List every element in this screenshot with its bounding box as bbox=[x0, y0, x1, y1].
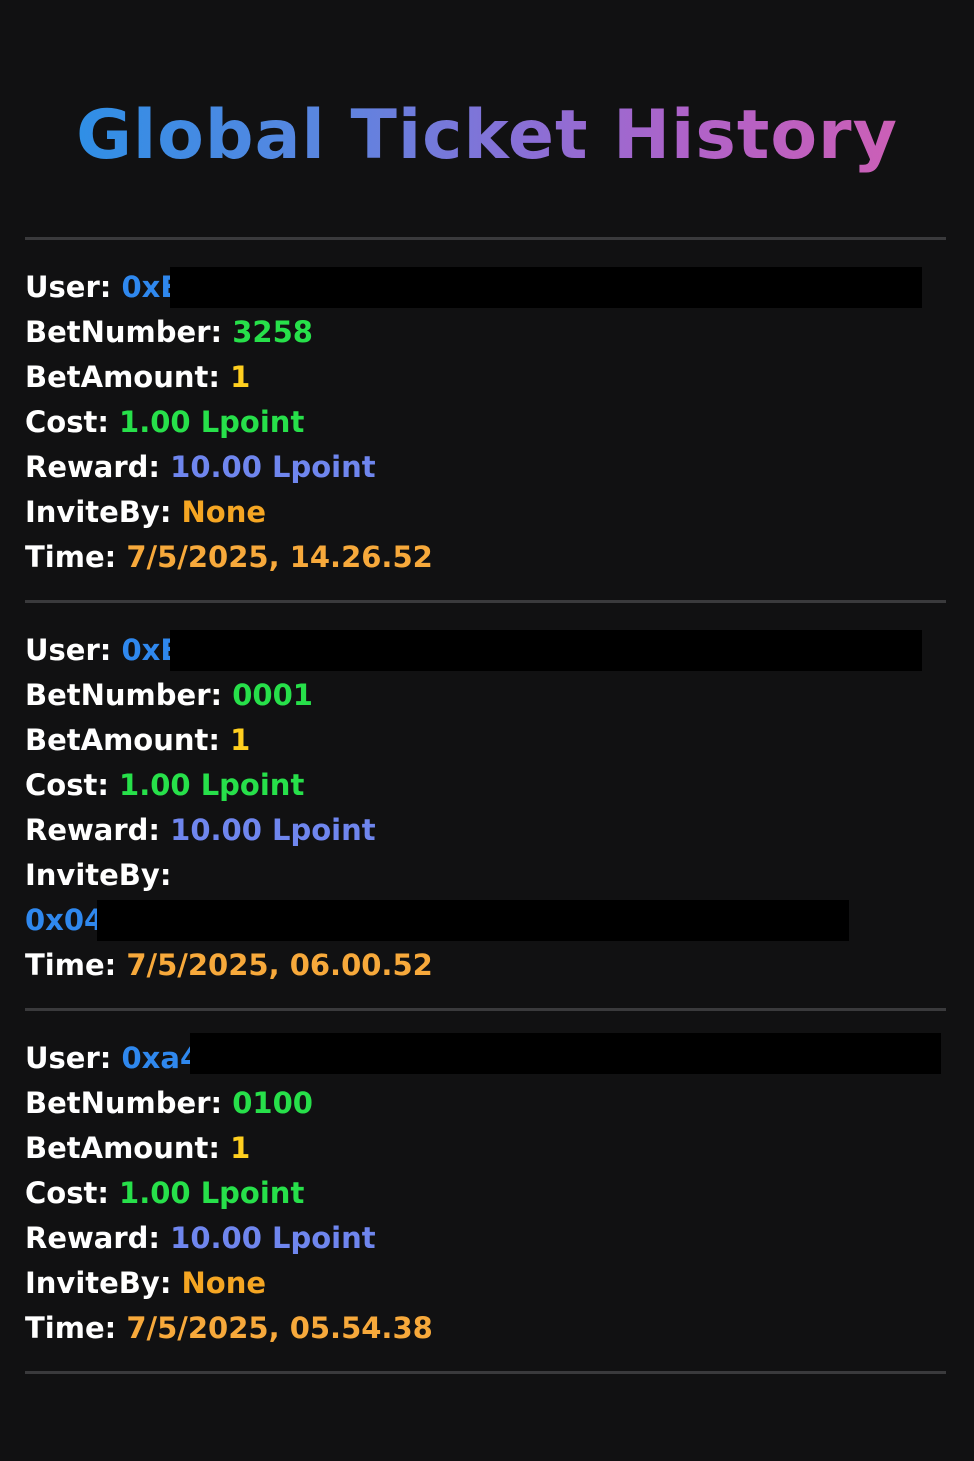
user-row: User: 0xE bbox=[25, 628, 946, 673]
invite-by-row: InviteBy: None bbox=[25, 490, 946, 535]
divider bbox=[25, 600, 946, 603]
bet-number-row: BetNumber: 0001 bbox=[25, 673, 946, 718]
reward-row: Reward: 10.00 Lpoint bbox=[25, 808, 946, 853]
cost-row: Cost: 1.00 Lpoint bbox=[25, 763, 946, 808]
bet-amount-value: 1 bbox=[230, 360, 251, 394]
invite-by-value: None bbox=[181, 1266, 267, 1300]
cost-label: Cost: bbox=[25, 1176, 109, 1210]
redaction-bar bbox=[170, 267, 922, 308]
cost-value: 1.00 Lpoint bbox=[119, 1176, 305, 1210]
reward-value: 10.00 Lpoint bbox=[170, 1221, 376, 1255]
invite-by-address[interactable]: 0x04 bbox=[25, 903, 104, 937]
invite-by-row: InviteBy: bbox=[25, 853, 946, 898]
user-row: User: 0xa4 bbox=[25, 1033, 946, 1081]
user-label: User: bbox=[25, 1041, 112, 1075]
time-row: Time: 7/5/2025, 14.26.52 bbox=[25, 535, 946, 580]
bet-number-value: 3258 bbox=[232, 315, 313, 349]
bet-amount-label: BetAmount: bbox=[25, 723, 220, 757]
ticket-card: User: 0xE BetNumber: 3258 BetAmount: 1 C… bbox=[25, 265, 946, 580]
bet-number-value: 0100 bbox=[232, 1086, 313, 1120]
bet-number-label: BetNumber: bbox=[25, 315, 223, 349]
time-value: 7/5/2025, 05.54.38 bbox=[126, 1311, 433, 1345]
user-address[interactable]: 0xa4 bbox=[122, 1041, 201, 1075]
bet-number-label: BetNumber: bbox=[25, 1086, 223, 1120]
divider bbox=[25, 1371, 946, 1374]
bet-number-row: BetNumber: 0100 bbox=[25, 1081, 946, 1126]
bet-amount-row: BetAmount: 1 bbox=[25, 1126, 946, 1171]
page-title-text: Global Ticket History bbox=[76, 96, 898, 175]
bet-amount-row: BetAmount: 1 bbox=[25, 355, 946, 400]
divider bbox=[25, 237, 946, 240]
user-label: User: bbox=[25, 270, 112, 304]
time-label: Time: bbox=[25, 948, 117, 982]
bet-amount-row: BetAmount: 1 bbox=[25, 718, 946, 763]
ticket-card: User: 0xa4 BetNumber: 0100 BetAmount: 1 … bbox=[25, 1033, 946, 1351]
reward-label: Reward: bbox=[25, 813, 161, 847]
bet-number-label: BetNumber: bbox=[25, 678, 223, 712]
time-value: 7/5/2025, 06.00.52 bbox=[126, 948, 433, 982]
bet-amount-label: BetAmount: bbox=[25, 1131, 220, 1165]
invite-by-address-row: 0x04 bbox=[25, 898, 946, 943]
time-value: 7/5/2025, 14.26.52 bbox=[126, 540, 433, 574]
cost-label: Cost: bbox=[25, 405, 109, 439]
cost-value: 1.00 Lpoint bbox=[119, 768, 305, 802]
time-label: Time: bbox=[25, 1311, 117, 1345]
invite-by-value: None bbox=[181, 495, 267, 529]
reward-value: 10.00 Lpoint bbox=[170, 813, 376, 847]
user-label: User: bbox=[25, 633, 112, 667]
invite-by-row: InviteBy: None bbox=[25, 1261, 946, 1306]
bet-number-row: BetNumber: 3258 bbox=[25, 310, 946, 355]
invite-by-label: InviteBy: bbox=[25, 858, 172, 892]
ticket-card: User: 0xE BetNumber: 0001 BetAmount: 1 C… bbox=[25, 628, 946, 988]
redaction-bar bbox=[190, 1033, 941, 1074]
divider bbox=[25, 1008, 946, 1011]
reward-label: Reward: bbox=[25, 450, 161, 484]
bet-amount-label: BetAmount: bbox=[25, 360, 220, 394]
reward-label: Reward: bbox=[25, 1221, 161, 1255]
reward-value: 10.00 Lpoint bbox=[170, 450, 376, 484]
cost-label: Cost: bbox=[25, 768, 109, 802]
cost-value: 1.00 Lpoint bbox=[119, 405, 305, 439]
bet-amount-value: 1 bbox=[230, 1131, 251, 1165]
reward-row: Reward: 10.00 Lpoint bbox=[25, 445, 946, 490]
time-row: Time: 7/5/2025, 06.00.52 bbox=[25, 943, 946, 988]
cost-row: Cost: 1.00 Lpoint bbox=[25, 1171, 946, 1216]
bet-amount-value: 1 bbox=[230, 723, 251, 757]
time-row: Time: 7/5/2025, 05.54.38 bbox=[25, 1306, 946, 1351]
reward-row: Reward: 10.00 Lpoint bbox=[25, 1216, 946, 1261]
invite-by-label: InviteBy: bbox=[25, 495, 172, 529]
redaction-bar bbox=[170, 630, 922, 671]
time-label: Time: bbox=[25, 540, 117, 574]
bet-number-value: 0001 bbox=[232, 678, 313, 712]
redaction-bar bbox=[97, 900, 849, 941]
invite-by-label: InviteBy: bbox=[25, 1266, 172, 1300]
cost-row: Cost: 1.00 Lpoint bbox=[25, 400, 946, 445]
page-title: Global Ticket History bbox=[0, 96, 974, 176]
user-row: User: 0xE bbox=[25, 265, 946, 310]
